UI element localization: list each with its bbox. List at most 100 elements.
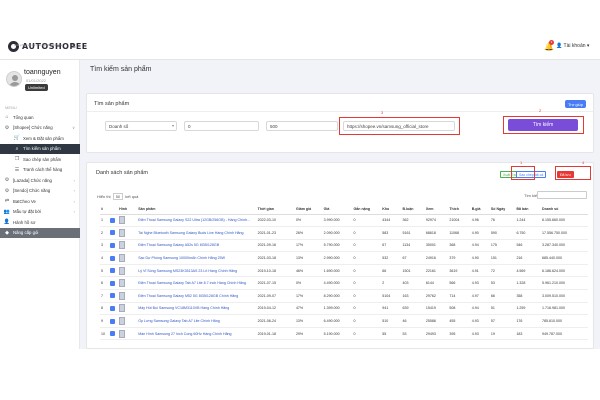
row-index: 8: [100, 302, 109, 316]
table-cell: 15419: [424, 302, 449, 316]
product-thumbnail[interactable]: [119, 254, 126, 263]
max-value-input[interactable]: 500: [266, 121, 338, 131]
table-cell: 2021-07-15: [256, 276, 295, 291]
column-header[interactable]: Hình: [118, 205, 138, 215]
row-index: 5: [100, 264, 109, 278]
page-size-select[interactable]: 50: [112, 193, 124, 200]
product-name-link[interactable]: Điện Thoại Samsung Galaxy A52s 5G 8GB/12…: [137, 239, 257, 253]
row-checkbox[interactable]: [109, 318, 115, 324]
avatar[interactable]: [6, 71, 22, 87]
table-row[interactable]: 4 Sạc Dự Phòng Samsung 10000mAh Chính Hãn…: [100, 251, 588, 265]
table-row[interactable]: 7 Điện Thoại Samsung Galaxy M52 5G 8GB/12…: [100, 289, 588, 303]
product-name-link[interactable]: Điện Thoại Samsung Galaxy M52 5G 8GB/128…: [137, 289, 257, 303]
column-header[interactable]: #: [100, 205, 109, 215]
sidebar-item[interactable]: ☰ Tranh cách thể hàng: [0, 165, 80, 176]
row-checkbox[interactable]: [109, 280, 115, 286]
sidebar-item[interactable]: 🛒 Xem & Đặt sản phẩm: [0, 133, 80, 144]
table-cell: 4.490.000: [322, 276, 353, 291]
sidebar-item-label: Tìm kiếm sản phẩm: [23, 146, 61, 152]
table-search-input[interactable]: [537, 191, 587, 199]
sidebar-item[interactable]: ⌕ Tìm kiếm sản phẩm: [0, 143, 80, 154]
sidebar-item[interactable]: ◆ Nâng cấp gói: [0, 227, 80, 238]
product-thumbnail[interactable]: [119, 241, 126, 250]
product-thumbnail[interactable]: [119, 216, 126, 225]
product-name-link[interactable]: Máy Hút Bụi Samsung VC18M3110VB Hàng Chí…: [137, 302, 257, 316]
help-button[interactable]: Trợ giúp: [565, 100, 586, 108]
row-index: 2: [100, 226, 109, 240]
row-checkbox[interactable]: [109, 242, 115, 248]
sort-select[interactable]: Doanh số ▾: [105, 121, 177, 131]
column-header[interactable]: Thích: [448, 205, 471, 215]
table-row[interactable]: 5 Lý Vỉ Sóng Samsung MS23K3513AS 23 Lít H…: [100, 264, 588, 278]
table-cell: 26%: [294, 226, 323, 240]
table-cell: 1.259: [515, 302, 541, 316]
product-thumbnail[interactable]: [119, 304, 126, 313]
sidebar-item[interactable]: ⇄ BatCheo Ve ›: [0, 196, 80, 207]
sidebar-item[interactable]: ⚙ [Shopee] Chức năng ∨: [0, 123, 80, 134]
product-name-link[interactable]: Ốp Lưng Samsung Galaxy Tab A7 Lite Chính…: [137, 314, 257, 328]
chevron-down-icon: ▾: [586, 43, 590, 49]
row-checkbox[interactable]: [109, 217, 115, 223]
table-cell: 949.787.000: [541, 327, 588, 341]
column-header[interactable]: B.giá: [470, 205, 490, 215]
table-cell: 0: [352, 239, 382, 253]
row-checkbox[interactable]: [109, 255, 115, 261]
menu-toggle-icon[interactable]: ≡: [71, 43, 76, 51]
sidebar-item[interactable]: ⌂ Tổng quan: [0, 112, 80, 123]
table-cell: 4.569: [515, 264, 541, 278]
annotation-number-search: 2: [539, 108, 542, 113]
product-thumbnail[interactable]: [119, 279, 126, 288]
product-name-link[interactable]: Tai Nghe Bluetooth Samsung Galaxy Buds L…: [137, 226, 257, 240]
column-header[interactable]: Thời gian: [256, 205, 295, 215]
row-index: 3: [100, 239, 109, 253]
table-cell: 4.90: [470, 226, 490, 240]
row-checkbox[interactable]: [109, 331, 115, 337]
table-cell: 24916: [424, 251, 449, 265]
show-suffix: kết quả: [125, 194, 139, 199]
results-card: Danh sách sản phẩm Xuất Excel Sao chép t…: [86, 162, 594, 349]
row-checkbox[interactable]: [109, 230, 115, 236]
sidebar-item[interactable]: ⚙ [Lazada] Chức năng ›: [0, 175, 80, 186]
product-thumbnail[interactable]: [119, 266, 126, 275]
column-header[interactable]: Giá: [322, 205, 353, 215]
min-value-input[interactable]: 0: [184, 121, 259, 131]
column-header[interactable]: Kho: [381, 205, 402, 215]
product-thumbnail[interactable]: [119, 228, 126, 237]
column-header[interactable]: Sản phẩm: [137, 205, 257, 215]
sidebar-item[interactable]: 👤 Hành hồ sơ: [0, 217, 80, 228]
product-name-link[interactable]: Điện Thoại Samsung Galaxy S22 Ultra (12G…: [137, 214, 257, 228]
table-row[interactable]: 9 Ốp Lưng Samsung Galaxy Tab A7 Lite Chín…: [100, 314, 588, 328]
sidebar-item[interactable]: ⚙ [Sendo] Chức năng ›: [0, 186, 80, 197]
sidebar-item[interactable]: 👥 Mẫu tự đặt bởi ›: [0, 207, 80, 218]
table-cell: 55: [381, 327, 402, 341]
row-checkbox[interactable]: [109, 293, 115, 299]
product-name-link[interactable]: Lý Vỉ Sóng Samsung MS23K3513AS 23 Lít Hà…: [137, 264, 257, 278]
column-header[interactable]: Doanh số: [541, 205, 588, 215]
table-row[interactable]: 8 Máy Hút Bụi Samsung VC18M3110VB Hàng Ch…: [100, 302, 588, 316]
product-thumbnail[interactable]: [119, 291, 126, 300]
row-checkbox[interactable]: [109, 305, 115, 311]
product-name-link[interactable]: Sạc Dự Phòng Samsung 10000mAh Chính Hãng…: [137, 251, 257, 265]
column-header[interactable]: B.luận: [401, 205, 425, 215]
table-row[interactable]: 1 Điện Thoại Samsung Galaxy S22 Ultra (12…: [100, 214, 588, 228]
account-menu[interactable]: 👤 Tài khoản ▾: [556, 43, 589, 49]
table-row[interactable]: 10 Màn Hình Samsung 27 Inch Cong 60Hz Hàn…: [100, 327, 588, 341]
column-header[interactable]: Gắn nặng: [352, 205, 382, 215]
table-row[interactable]: 3 Điện Thoại Samsung Galaxy A52s 5G 8GB/1…: [100, 239, 588, 253]
column-header[interactable]: Xem: [424, 205, 449, 215]
column-header[interactable]: [108, 205, 119, 215]
table-row[interactable]: 2 Tai Nghe Bluetooth Samsung Galaxy Buds …: [100, 226, 588, 240]
product-thumbnail[interactable]: [119, 317, 126, 326]
column-header[interactable]: Giảm giá: [294, 205, 323, 215]
column-header[interactable]: Số Ngày: [489, 205, 516, 215]
column-header[interactable]: Đã bán: [515, 205, 541, 215]
product-thumbnail[interactable]: [119, 329, 126, 338]
sidebar-item[interactable]: ❐ Sao chép sản phẩm: [0, 154, 80, 165]
table-cell: 5.790.000: [322, 239, 353, 253]
table-row[interactable]: 6 Điện Thoại Samsung Galaxy Tab A7 Lite 8…: [100, 276, 588, 291]
row-checkbox[interactable]: [109, 268, 115, 274]
product-name-link[interactable]: Điện Thoại Samsung Galaxy Tab A7 Lite 8.…: [137, 276, 257, 291]
table-cell: 2021-09-07: [256, 289, 295, 303]
table-cell: 2021-01-23: [256, 226, 295, 240]
product-name-link[interactable]: Màn Hình Samsung 27 Inch Cong 60Hz Hàng …: [137, 327, 257, 341]
